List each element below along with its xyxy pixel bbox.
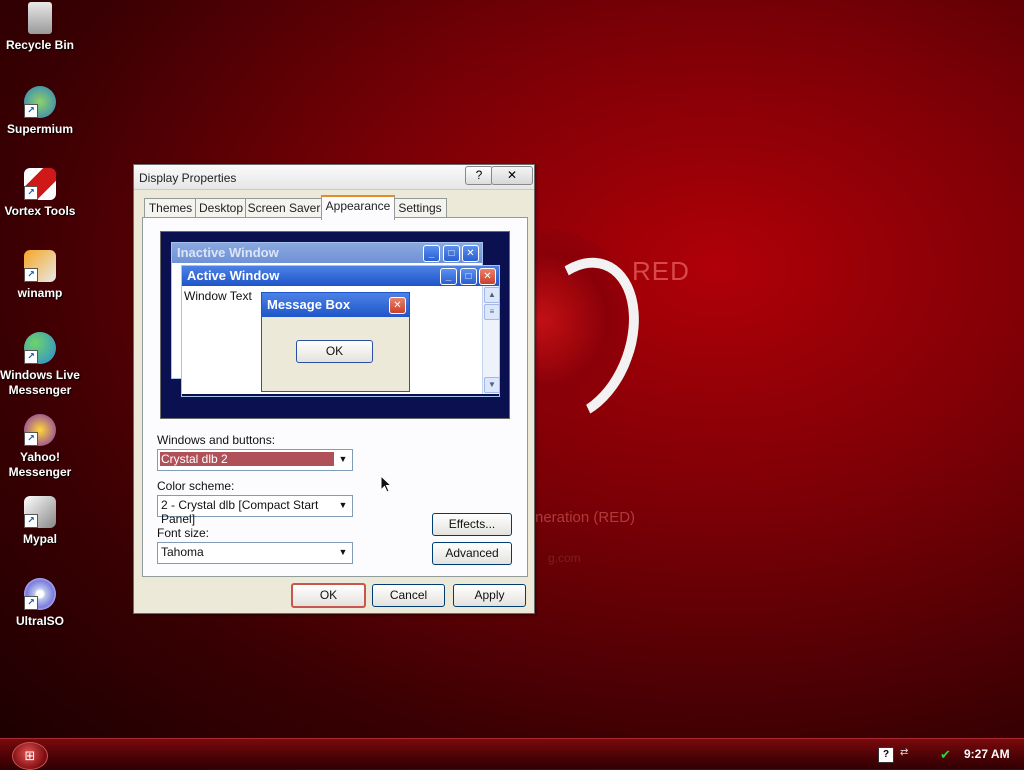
- shortcut-arrow-icon: ↗: [24, 350, 38, 364]
- shortcut-arrow-icon: ↗: [24, 596, 38, 610]
- message-box-ok-button: OK: [296, 340, 373, 363]
- close-icon: ✕: [462, 245, 479, 262]
- start-button[interactable]: ⊞: [12, 742, 48, 770]
- desktop-icon-winamp[interactable]: ↗ winamp: [0, 250, 80, 301]
- desktop-icon-label: Mypal: [22, 532, 57, 546]
- windows-buttons-select[interactable]: Crystal dlb 2 ▼: [157, 449, 353, 471]
- apply-button[interactable]: Apply: [453, 584, 526, 607]
- tab-screen-saver[interactable]: Screen Saver: [245, 198, 323, 218]
- wallpaper-site: g.com: [548, 551, 581, 565]
- scroll-up-icon: ▲: [484, 287, 500, 303]
- maximize-icon: □: [443, 245, 460, 262]
- desktop-icon-label: UltraISO: [15, 614, 64, 628]
- color-scheme-label: Color scheme:: [157, 479, 235, 493]
- ultraiso-icon: ↗: [24, 578, 56, 610]
- shortcut-arrow-icon: ↗: [24, 432, 38, 446]
- supermium-icon: ↗: [24, 86, 56, 118]
- desktop-icon-windows-live-messenger[interactable]: ↗ Windows Live Messenger: [0, 332, 80, 398]
- ok-button[interactable]: OK: [291, 583, 366, 608]
- close-icon: ✕: [479, 268, 496, 285]
- color-scheme-select[interactable]: 2 - Crystal dlb [Compact Start Panel] ▼: [157, 495, 353, 526]
- windows-buttons-label: Windows and buttons:: [157, 433, 276, 447]
- tab-themes[interactable]: Themes: [144, 198, 197, 218]
- network-tray-icon[interactable]: ⇄: [900, 747, 914, 761]
- advanced-button[interactable]: Advanced: [432, 542, 512, 565]
- minimize-icon: _: [440, 268, 457, 285]
- close-icon: ✕: [506, 168, 518, 182]
- color-scheme-value: 2 - Crystal dlb [Compact Start Panel]: [161, 498, 319, 526]
- security-tray-icon[interactable]: ✔: [940, 747, 954, 762]
- tab-settings[interactable]: Settings: [393, 198, 447, 218]
- desktop-icon-label: Supermium: [6, 122, 73, 136]
- shortcut-arrow-icon: ↗: [24, 514, 38, 528]
- preview-scrollbar: ▲ ≡ ▼: [482, 286, 500, 394]
- help-tray-icon[interactable]: ?: [878, 747, 894, 763]
- message-box-titlebar: Message Box ✕: [262, 293, 409, 317]
- help-icon: ?: [475, 168, 483, 182]
- desktop-icon-label: Yahoo! Messenger: [8, 450, 72, 479]
- desktop-icon-label: Vortex Tools: [4, 204, 76, 218]
- desktop-icon-label: winamp: [17, 286, 63, 300]
- chevron-down-icon[interactable]: ▼: [335, 497, 351, 513]
- font-size-value: Tahoma: [161, 545, 204, 559]
- dialog-title: Display Properties: [139, 171, 237, 185]
- chevron-down-icon[interactable]: ▼: [335, 544, 351, 560]
- desktop-icon-label: Recycle Bin: [5, 38, 75, 52]
- desktop-icon-supermium[interactable]: ↗ Supermium: [0, 86, 80, 137]
- shortcut-arrow-icon: ↗: [24, 104, 38, 118]
- scroll-down-icon: ▼: [484, 377, 500, 393]
- close-button[interactable]: ✕: [491, 166, 533, 185]
- taskbar-clock[interactable]: 9:27 AM: [964, 747, 1010, 761]
- tab-desktop[interactable]: Desktop: [195, 198, 247, 218]
- chevron-down-icon[interactable]: ▼: [335, 451, 351, 467]
- appearance-preview: Inactive Window _ □ ✕ Active Window _ □ …: [160, 231, 510, 419]
- desktop-icon-label: Windows Live Messenger: [0, 368, 80, 397]
- maximize-icon: □: [460, 268, 477, 285]
- wallpaper-subtitle: neration (RED): [535, 509, 636, 526]
- yahoo-messenger-icon: ↗: [24, 414, 56, 446]
- scroll-thumb: ≡: [484, 304, 500, 320]
- shortcut-arrow-icon: ↗: [24, 268, 38, 282]
- shortcut-arrow-icon: ↗: [24, 186, 38, 200]
- effects-button[interactable]: Effects...: [432, 513, 512, 536]
- tab-appearance[interactable]: Appearance: [321, 195, 395, 220]
- display-properties-dialog: Display Properties ? ✕ Themes Desktop Sc…: [133, 164, 535, 614]
- preview-active-title: Active Window: [187, 268, 280, 283]
- cancel-button[interactable]: Cancel: [372, 584, 445, 607]
- windows-logo-icon: ⊞: [24, 748, 36, 763]
- desktop-icon-ultraiso[interactable]: ↗ UltraISO: [0, 578, 80, 629]
- windows-live-messenger-icon: ↗: [24, 332, 56, 364]
- desktop-icon-yahoo-messenger[interactable]: ↗ Yahoo! Messenger: [0, 414, 80, 480]
- mypal-icon: ↗: [24, 496, 56, 528]
- message-box-title: Message Box: [267, 297, 351, 312]
- font-size-label: Font size:: [157, 526, 210, 540]
- close-icon: ✕: [389, 297, 406, 314]
- wallpaper-brand-text: RED: [632, 256, 690, 286]
- appearance-panel: Inactive Window _ □ ✕ Active Window _ □ …: [142, 217, 528, 577]
- desktop-icon-recycle-bin[interactable]: Recycle Bin: [0, 2, 80, 53]
- preview-inactive-title: Inactive Window: [177, 245, 279, 260]
- preview-window-text: Window Text: [184, 289, 252, 303]
- font-size-select[interactable]: Tahoma ▼: [157, 542, 353, 564]
- minimize-icon: _: [423, 245, 440, 262]
- mouse-cursor-icon: [380, 475, 393, 493]
- recycle-bin-icon: [28, 2, 52, 34]
- vortex-tools-icon: ↗: [24, 168, 56, 200]
- taskbar: ⊞ ? ⇄ ✔ 9:27 AM: [0, 738, 1024, 770]
- preview-inactive-titlebar: Inactive Window _ □ ✕: [172, 243, 482, 263]
- desktop-icon-vortex-tools[interactable]: ↗ Vortex Tools: [0, 168, 80, 219]
- winamp-icon: ↗: [24, 250, 56, 282]
- preview-active-titlebar: Active Window _ □ ✕: [182, 266, 499, 286]
- dialog-titlebar[interactable]: Display Properties ? ✕: [134, 165, 534, 190]
- windows-buttons-value: Crystal dlb 2: [161, 452, 228, 466]
- desktop-icon-mypal[interactable]: ↗ Mypal: [0, 496, 80, 547]
- preview-message-box: Message Box ✕ OK: [261, 292, 410, 392]
- help-button[interactable]: ?: [465, 166, 493, 185]
